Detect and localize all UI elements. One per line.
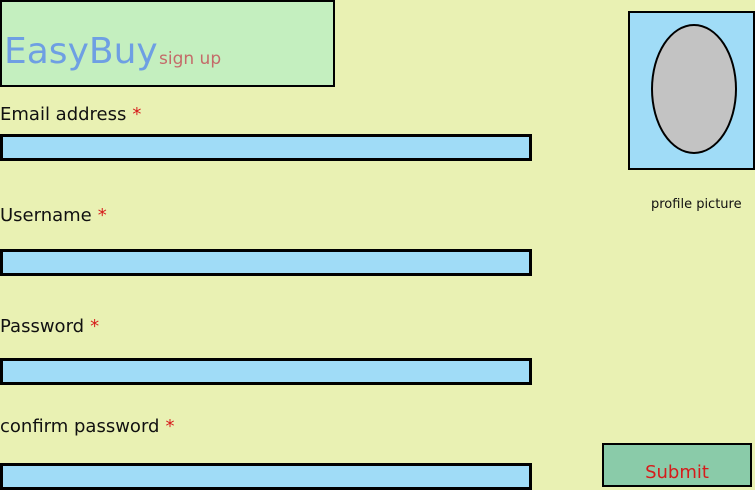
profile-picture-caption: profile picture	[651, 197, 742, 212]
password-field[interactable]	[0, 358, 532, 385]
password-label-text: Password	[0, 316, 85, 337]
submit-button[interactable]: Submit	[602, 443, 752, 487]
required-marker: *	[97, 205, 107, 226]
email-field[interactable]	[0, 134, 532, 161]
avatar-placeholder-icon	[651, 24, 737, 154]
confirm-password-label: confirm password *	[0, 416, 174, 438]
page-subtitle: sign up	[159, 49, 222, 69]
required-marker: *	[90, 316, 100, 337]
profile-picture-upload[interactable]	[628, 11, 755, 170]
username-label: Username *	[0, 205, 107, 227]
required-marker: *	[132, 104, 142, 125]
username-field[interactable]	[0, 249, 532, 276]
email-label: Email address *	[0, 104, 141, 126]
required-marker: *	[165, 416, 175, 437]
password-label: Password *	[0, 316, 99, 338]
confirm-password-field[interactable]	[0, 463, 532, 490]
confirm-password-label-text: confirm password	[0, 416, 160, 437]
brand-logo: EasyBuy	[4, 31, 158, 72]
header-logo-box: EasyBuy sign up	[0, 0, 335, 87]
username-label-text: Username	[0, 205, 92, 226]
email-label-text: Email address	[0, 104, 127, 125]
